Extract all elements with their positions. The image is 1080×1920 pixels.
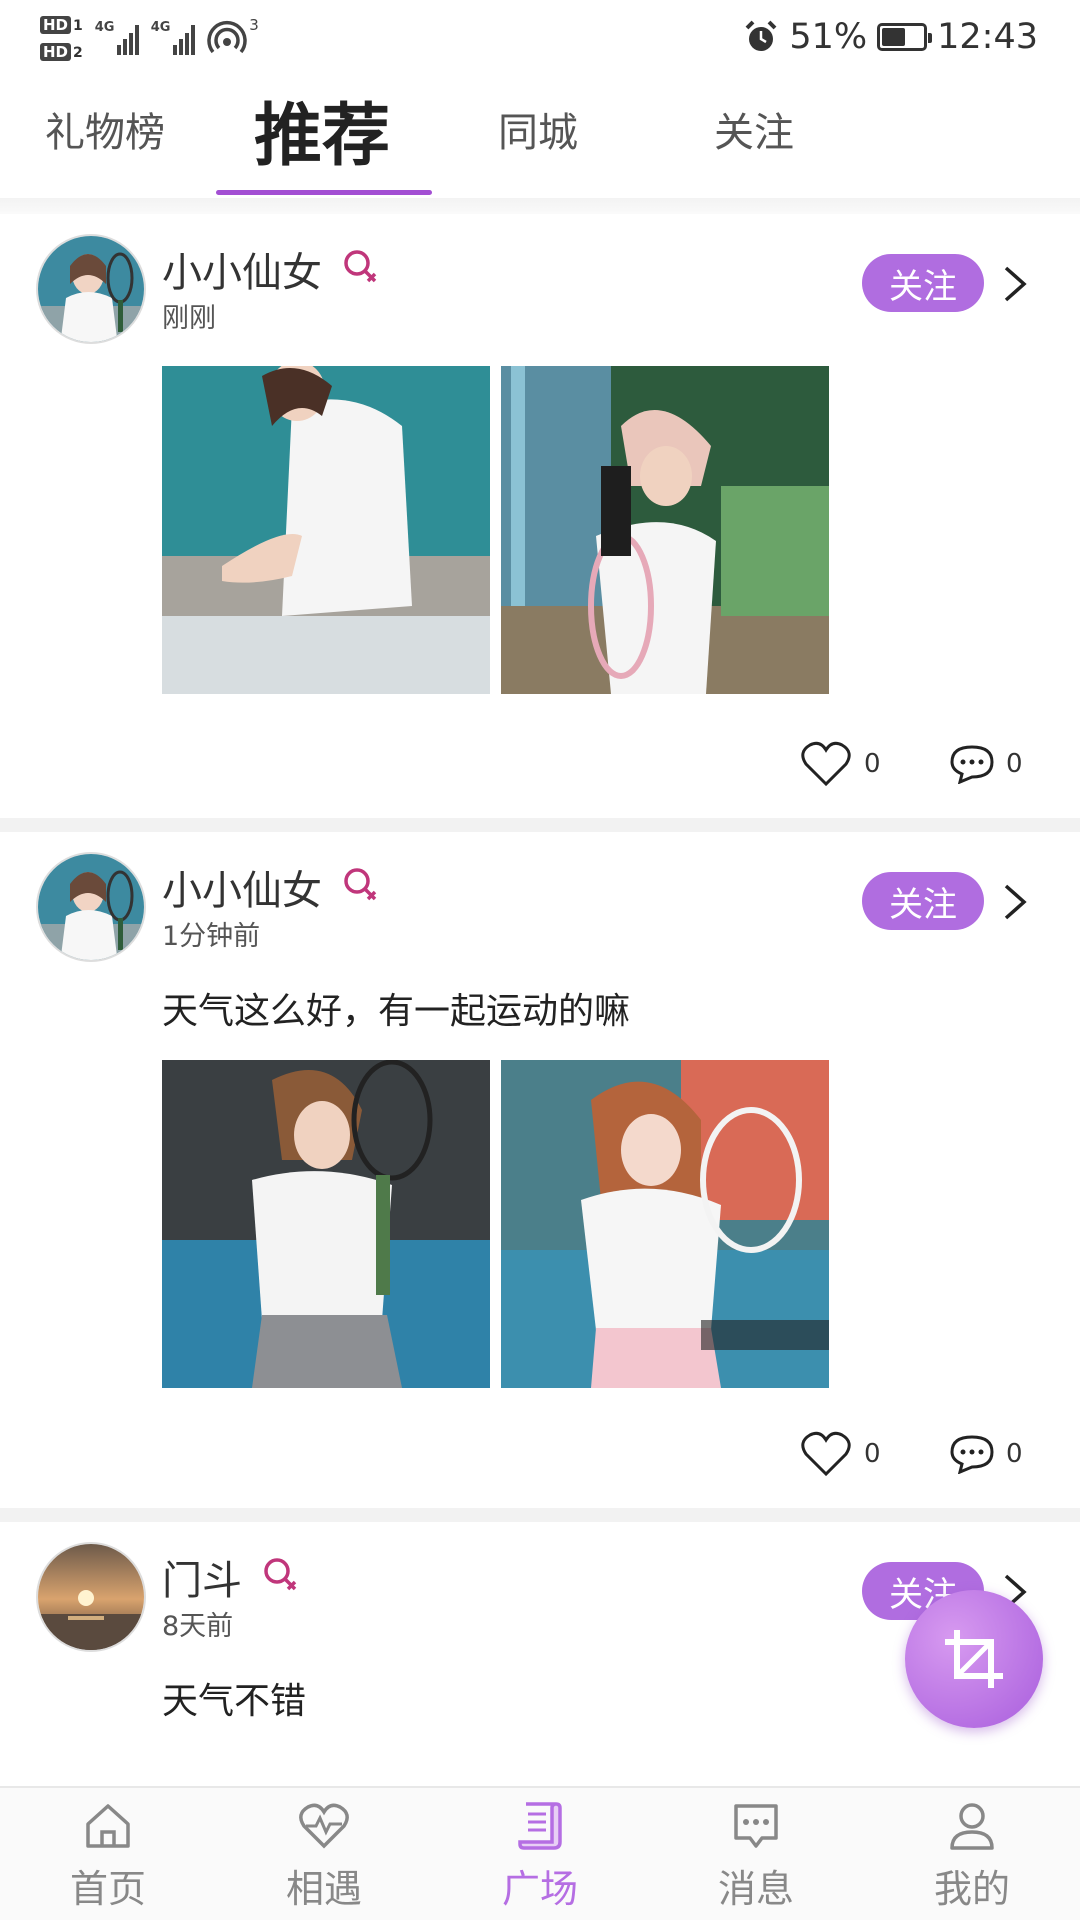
battery-icon (877, 23, 933, 51)
avatar[interactable] (36, 234, 146, 344)
tab-following[interactable]: 关注 (714, 100, 794, 158)
nav-square[interactable]: 广场 (460, 1798, 620, 1918)
comment-button[interactable]: 0 (950, 1434, 1023, 1474)
comment-icon (950, 1435, 994, 1474)
post-time: 刚刚 (162, 303, 216, 334)
hd-badge: HD (40, 16, 72, 34)
nav-messages[interactable]: 消息 (676, 1798, 836, 1918)
hd-badge: HD (40, 43, 72, 61)
sim-indicators: HD 1 HD 2 (40, 15, 83, 61)
create-post-button[interactable] (905, 1590, 1043, 1728)
like-count: 0 (864, 749, 881, 779)
avatar[interactable] (36, 1542, 146, 1652)
follow-button[interactable]: 关注 (862, 872, 984, 930)
post-time: 1分钟前 (162, 921, 261, 952)
network-type: 4G (150, 20, 171, 35)
comment-icon (950, 745, 994, 784)
signal-icon: 4G (95, 21, 139, 55)
post-photo[interactable] (501, 1060, 829, 1388)
post-photo[interactable] (162, 1060, 490, 1388)
sim-number: 2 (73, 45, 83, 61)
nav-label: 我的 (933, 1867, 1010, 1911)
nav-home[interactable]: 首页 (28, 1798, 188, 1918)
nav-label: 广场 (501, 1867, 578, 1911)
post-text: 天气不错 (162, 1681, 307, 1722)
follow-button[interactable]: 关注 (862, 254, 984, 312)
signal-icon: 4G (151, 21, 195, 55)
status-left: HD 1 HD 2 4G 4G 3 (40, 8, 259, 68)
like-button[interactable]: 0 (800, 1430, 881, 1478)
post-text: 天气这么好，有一起运动的嘛 (162, 991, 631, 1032)
hotspot-count: 3 (249, 16, 259, 34)
female-icon (344, 250, 377, 283)
username[interactable]: 小小仙女 (162, 240, 322, 298)
post-time: 8天前 (162, 1611, 234, 1642)
heart-icon (801, 1431, 851, 1477)
top-tabs: 礼物榜 推荐 同城 关注 (0, 80, 1080, 200)
post-photo[interactable] (162, 366, 490, 694)
like-button[interactable]: 0 (800, 740, 881, 788)
nav-label: 相遇 (285, 1867, 362, 1911)
tab-recommended[interactable]: 推荐 (254, 80, 390, 179)
chevron-right-icon[interactable] (1000, 882, 1030, 922)
divider (0, 198, 1080, 214)
chevron-right-icon[interactable] (1000, 264, 1030, 304)
hotspot-icon: 3 (207, 16, 259, 58)
sim-number: 1 (73, 18, 83, 34)
divider (0, 1508, 1080, 1522)
heart-icon (801, 741, 851, 787)
nav-label: 首页 (69, 1867, 146, 1911)
scroll-icon (518, 1802, 562, 1850)
nav-profile[interactable]: 我的 (892, 1798, 1052, 1918)
status-bar: HD 1 HD 2 4G 4G 3 51% 12:43 (0, 0, 1080, 75)
home-icon (86, 1804, 130, 1848)
username[interactable]: 门斗 (162, 1548, 242, 1606)
alarm-icon (745, 20, 777, 51)
post-photo[interactable] (501, 366, 829, 694)
battery-percent: 51% (789, 17, 868, 57)
female-icon (264, 1558, 297, 1591)
comment-button[interactable]: 0 (950, 744, 1023, 784)
username[interactable]: 小小仙女 (162, 858, 322, 916)
comment-count: 0 (1006, 1439, 1023, 1469)
network-type: 4G (94, 20, 115, 35)
status-right: 51% 12:43 (743, 12, 1038, 62)
user-icon (950, 1803, 994, 1850)
bottom-nav: 首页 相遇 广场 消息 我的 (0, 1786, 1080, 1920)
divider (0, 818, 1080, 832)
feed-post: 小小仙女 刚刚 关注 0 0 (0, 214, 1080, 818)
nav-label: 消息 (717, 1867, 794, 1911)
female-icon (344, 868, 377, 901)
avatar[interactable] (36, 852, 146, 962)
heart-pulse-icon (299, 1803, 349, 1849)
comment-count: 0 (1006, 749, 1023, 779)
chat-icon (734, 1804, 778, 1848)
crop-icon (945, 1630, 1003, 1688)
nav-encounter[interactable]: 相遇 (244, 1798, 404, 1918)
clock: 12:43 (937, 17, 1038, 57)
like-count: 0 (864, 1439, 881, 1469)
tab-gift-ranking[interactable]: 礼物榜 (45, 100, 165, 158)
tab-same-city[interactable]: 同城 (498, 100, 578, 158)
active-tab-indicator (216, 190, 432, 195)
feed-post: 小小仙女 1分钟前 关注 天气这么好，有一起运动的嘛 0 0 (0, 832, 1080, 1508)
